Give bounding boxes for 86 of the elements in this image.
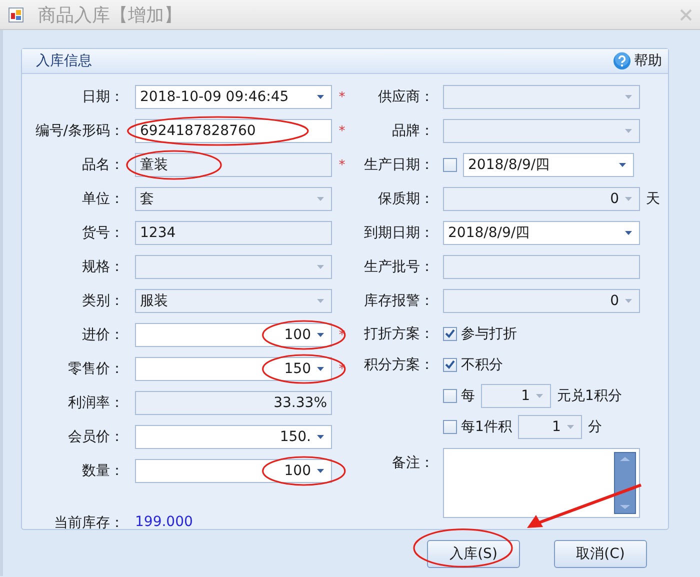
- spin-field[interactable]: 1: [481, 384, 551, 408]
- field-label: 利润率：: [67, 394, 124, 412]
- field-label: 会员价：: [67, 428, 124, 446]
- caret-icon: [317, 367, 324, 371]
- field-label: 保质期：: [377, 190, 434, 208]
- field-label: 规格：: [81, 258, 124, 276]
- dropdown-field[interactable]: [443, 119, 640, 143]
- checkbox[interactable]: [443, 158, 457, 172]
- field-label: 当前库存：: [53, 514, 124, 532]
- field-label: 到期日期：: [363, 224, 434, 242]
- dropdown-field[interactable]: 2018/8/9/四: [443, 221, 640, 245]
- dialog-button[interactable]: 入库(S): [427, 540, 520, 568]
- required-mark: *: [338, 90, 346, 104]
- text-field[interactable]: [443, 255, 640, 279]
- number-field[interactable]: 33.33%: [135, 391, 332, 415]
- spin-field[interactable]: 100: [135, 323, 332, 347]
- help-button[interactable]: 帮助: [613, 52, 662, 70]
- field-label: 品名：: [81, 156, 124, 174]
- spin-field[interactable]: 0: [443, 289, 640, 313]
- spin-field[interactable]: 100: [135, 459, 332, 483]
- field-label: 类别：: [81, 292, 124, 310]
- dropdown-field[interactable]: 套: [135, 187, 332, 211]
- caret-icon: [625, 231, 632, 235]
- dropdown-field[interactable]: [135, 255, 332, 279]
- field-label: 打折方案：: [363, 324, 434, 342]
- field-label: 日期：: [81, 88, 124, 106]
- caret-icon: [317, 333, 324, 337]
- checkbox-label: 每1件积: [461, 418, 512, 436]
- caret-icon: [625, 197, 632, 201]
- caret-icon: [625, 129, 632, 133]
- spin-field[interactable]: 150: [135, 357, 332, 381]
- caret-icon: [625, 95, 632, 99]
- spin-field[interactable]: 0: [443, 187, 640, 211]
- field-label: 备注：: [391, 454, 434, 472]
- field-label: 供应商：: [377, 88, 434, 106]
- unit-label: 元兑1积分: [557, 386, 622, 404]
- spin-field[interactable]: 150.: [135, 425, 332, 449]
- field-label: 积分方案：: [363, 356, 434, 374]
- checkbox-label: 不积分: [461, 356, 503, 374]
- field-label: 零售价：: [67, 360, 124, 378]
- checkbox-label: 参与打折: [461, 324, 517, 342]
- text-field[interactable]: 1234: [135, 221, 332, 245]
- dialog-button[interactable]: 取消(C): [554, 540, 647, 568]
- caret-icon: [536, 394, 543, 398]
- dropdown-field[interactable]: 服装: [135, 289, 332, 313]
- field-label: 库存报警：: [363, 292, 434, 310]
- checkbox[interactable]: [443, 420, 457, 434]
- panel-title: 入库信息: [36, 52, 92, 70]
- field-label: 编号/条形码：: [34, 122, 124, 140]
- unit-label: 天: [646, 190, 660, 208]
- caret-icon: [317, 265, 324, 269]
- scrollbar: [614, 452, 636, 514]
- caret-icon: [317, 95, 324, 99]
- caret-icon: [566, 424, 574, 428]
- field-label: 生产日期：: [363, 156, 434, 174]
- checkbox-label: 每: [461, 386, 475, 404]
- window-title: 商品入库【增加】: [38, 4, 183, 26]
- field-label: 数量：: [81, 462, 124, 480]
- checkbox[interactable]: [443, 358, 457, 372]
- field-label: 进价：: [81, 326, 124, 344]
- checkbox[interactable]: [443, 326, 457, 340]
- stock-value: 199.000: [135, 514, 193, 530]
- dropdown-field[interactable]: [443, 85, 640, 109]
- unit-label: 分: [588, 418, 602, 436]
- caret-icon: [625, 299, 632, 303]
- caret-icon: [317, 469, 324, 473]
- required-mark: *: [338, 158, 346, 172]
- caret-icon: [317, 299, 324, 303]
- dropdown-field[interactable]: 2018-10-09 09:46:45: [135, 85, 332, 109]
- field-label: 货号：: [81, 224, 124, 242]
- help-icon: [613, 52, 631, 70]
- caret-icon: [317, 435, 324, 439]
- caret-icon: [619, 163, 626, 167]
- text-field[interactable]: 童装: [135, 153, 332, 177]
- dropdown-field[interactable]: 2018/8/9/四: [463, 153, 634, 177]
- field-label: 生产批号：: [363, 258, 434, 276]
- field-label: 单位：: [81, 190, 124, 208]
- app-icon: [8, 6, 24, 22]
- required-mark: *: [338, 124, 346, 138]
- text-field[interactable]: 6924187828760: [135, 119, 332, 143]
- close-icon[interactable]: [680, 8, 692, 20]
- spin-field[interactable]: 1: [518, 414, 582, 438]
- checkbox[interactable]: [443, 388, 457, 402]
- caret-icon: [317, 197, 324, 201]
- field-label: 品牌：: [391, 122, 434, 140]
- remarks-field[interactable]: [443, 448, 640, 518]
